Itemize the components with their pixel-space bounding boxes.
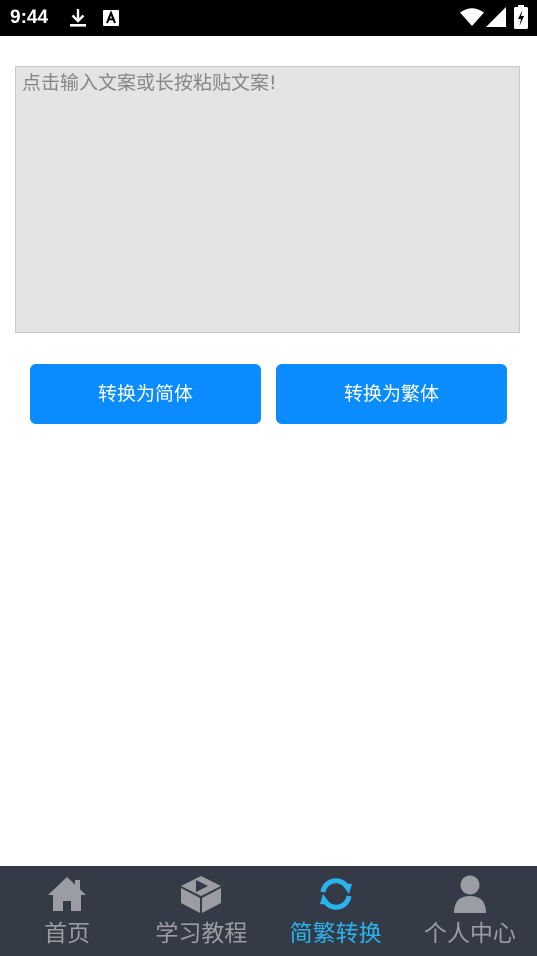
tab-profile-label: 个人中心 (423, 921, 516, 947)
download-icon (70, 9, 86, 27)
text-input[interactable] (16, 67, 519, 332)
tab-tutorials[interactable]: 学习教程 (134, 866, 268, 956)
wifi-icon (460, 8, 484, 26)
tab-home-label: 首页 (44, 921, 91, 947)
bottom-tab-bar: 首页 学习教程 简繁转换 个人中心 (0, 866, 537, 956)
tab-tutorials-label: 学习教程 (155, 921, 248, 947)
tab-profile[interactable]: 个人中心 (403, 866, 537, 956)
user-icon (453, 875, 486, 913)
signal-icon (486, 7, 506, 27)
status-time: 9:44 (10, 7, 49, 28)
tab-convert-label: 简繁转换 (289, 921, 382, 947)
text-input-container (15, 66, 520, 333)
status-bar: 9:44 (0, 0, 537, 36)
tab-convert[interactable]: 简繁转换 (269, 866, 403, 956)
home-icon (48, 877, 87, 911)
refresh-icon (319, 878, 352, 910)
convert-to-simplified-button[interactable]: 转换为简体 (30, 364, 261, 424)
accessibility-a-icon (103, 10, 119, 26)
convert-to-traditional-button[interactable]: 转换为繁体 (276, 364, 507, 424)
battery-charging-icon (514, 5, 528, 29)
tab-home[interactable]: 首页 (0, 866, 134, 956)
tutorial-box-icon (181, 876, 222, 913)
